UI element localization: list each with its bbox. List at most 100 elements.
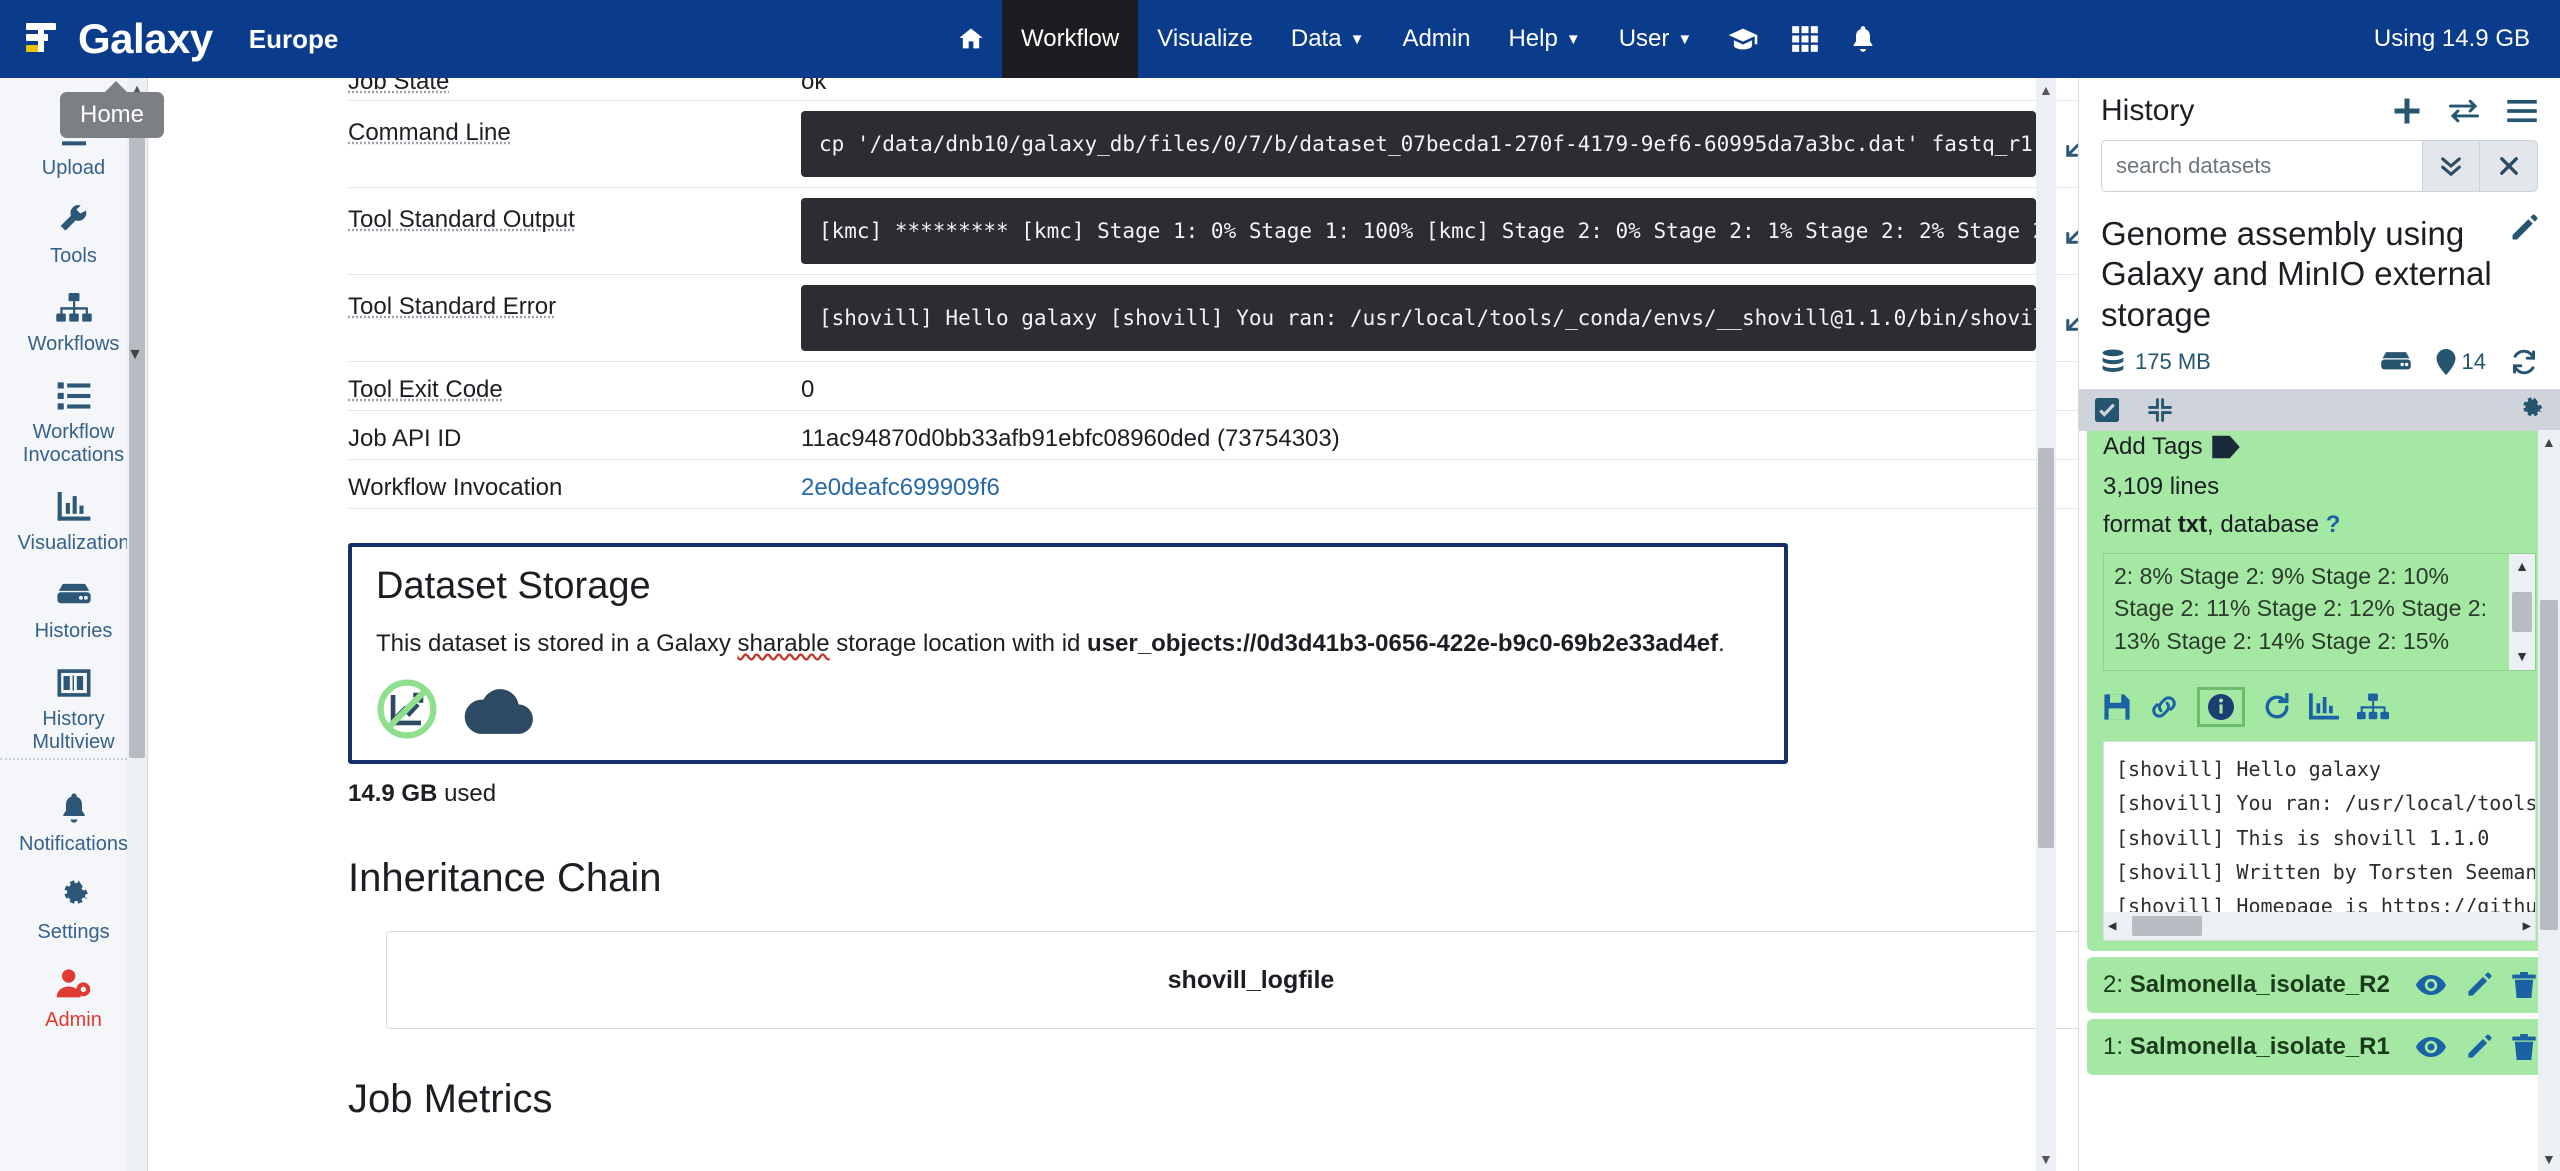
dataset-actions xyxy=(2103,686,2536,727)
tool-stderr-row: Tool Standard Error [shovill] Hello gala… xyxy=(348,275,2078,362)
database-value[interactable]: ? xyxy=(2326,511,2341,538)
graduation-cap-icon[interactable] xyxy=(1711,0,1775,78)
home-icon[interactable] xyxy=(940,0,1002,78)
sidebar-item-workflow-invocations[interactable]: Workflow Invocations xyxy=(0,366,147,477)
nav-item-admin[interactable]: Admin xyxy=(1383,0,1489,78)
history-name-row: Genome assembly using Galaxy and MinIO e… xyxy=(2079,192,2560,335)
tool-stdout-code[interactable]: [kmc] ********* [kmc] Stage 1: 0% Stage … xyxy=(801,198,2036,264)
trash-icon[interactable] xyxy=(2512,971,2536,998)
nav-item-workflow[interactable]: Workflow xyxy=(1002,0,1139,78)
close-icon[interactable] xyxy=(2480,140,2538,192)
scroll-left-icon[interactable]: ◀ xyxy=(2108,914,2116,938)
pencil-icon[interactable] xyxy=(2510,214,2538,242)
scroll-down-icon[interactable]: ▼ xyxy=(2515,647,2529,667)
refresh-icon[interactable] xyxy=(2510,349,2538,375)
rerun-icon[interactable] xyxy=(2263,692,2291,721)
history-scroll-thumb[interactable] xyxy=(2540,600,2558,930)
nav-item-user[interactable]: User ▼ xyxy=(1600,0,1712,78)
peek-line: Stage 2: 11% Stage 2: 12% Stage 2: xyxy=(2114,595,2487,622)
sidebar-item-settings[interactable]: Settings xyxy=(0,866,147,954)
peek-scrollbar[interactable]: ▲ ▼ xyxy=(2509,553,2535,670)
eye-icon[interactable] xyxy=(2416,1036,2446,1058)
chevron-double-down-icon[interactable] xyxy=(2422,140,2480,192)
bell-icon[interactable] xyxy=(1835,0,1891,78)
collapse-icon[interactable] xyxy=(2147,397,2173,423)
sidebar-item-tools[interactable]: Tools xyxy=(0,190,147,278)
grid-icon[interactable] xyxy=(1775,0,1835,78)
expand-icon[interactable] xyxy=(2058,210,2078,252)
dataset-terminal-preview[interactable]: [shovill] Hello galaxy [shovill] You ran… xyxy=(2103,740,2536,941)
brand-name: Galaxy xyxy=(78,15,213,62)
search-input[interactable]: search datasets xyxy=(2101,140,2422,192)
chevron-down-icon: ▼ xyxy=(1349,30,1365,48)
command-line-code[interactable]: cp '/data/dnb10/galaxy_db/files/0/7/b/da… xyxy=(801,111,2036,177)
info-icon[interactable] xyxy=(2197,686,2245,727)
terminal-horizontal-scrollbar[interactable]: ◀ ▶ xyxy=(2104,911,2535,940)
history-scrollbar[interactable]: ▲ ▼ xyxy=(2538,430,2560,1171)
terminal-scroll-thumb[interactable] xyxy=(2132,915,2202,936)
inheritance-chain-node[interactable]: shovill_logfile xyxy=(386,931,2078,1029)
scroll-up-icon[interactable]: ▲ xyxy=(2542,434,2556,450)
sidebar-item-admin[interactable]: Admin xyxy=(0,954,147,1042)
dataset-peek[interactable]: 2: 8% Stage 2: 9% Stage 2: 10% Stage 2: … xyxy=(2103,552,2536,671)
link-icon[interactable] xyxy=(2149,693,2179,721)
sidebar-item-workflows[interactable]: Workflows xyxy=(0,278,147,366)
add-tags-row[interactable]: Add Tags xyxy=(2103,433,2536,461)
workflow-invocation-link[interactable]: 2e0deafc699909f6 xyxy=(801,474,1000,501)
dataset-item-2-title: 2: Salmonella_isolate_R2 xyxy=(2103,970,2390,998)
dataset-item-1[interactable]: 1: Salmonella_isolate_R1 xyxy=(2087,1018,2552,1075)
save-icon[interactable] xyxy=(2103,693,2131,721)
sidebar-item-history-multiview[interactable]: History Multiview xyxy=(0,653,147,764)
scroll-up-icon[interactable]: ▲ xyxy=(2039,82,2053,98)
scroll-down-icon[interactable]: ▼ xyxy=(2039,1151,2053,1167)
eye-icon[interactable] xyxy=(2416,974,2446,996)
activitybar-scrollbar[interactable] xyxy=(127,78,147,1171)
peek-scroll-thumb[interactable] xyxy=(2512,591,2532,632)
dataset-item-2-name: Salmonella_isolate_R2 xyxy=(2129,970,2390,998)
visualize-icon[interactable] xyxy=(2309,693,2339,721)
nav-item-help[interactable]: Help ▼ xyxy=(1489,0,1599,78)
switch-icon[interactable] xyxy=(2448,97,2480,125)
history-meta: 175 MB 14 xyxy=(2079,335,2560,389)
storage-usage[interactable]: Using 14.9 GB xyxy=(2374,0,2530,78)
nav-label-admin: Admin xyxy=(1402,25,1471,52)
format-label: format xyxy=(2103,510,2172,538)
dataset-item-2[interactable]: 2: Salmonella_isolate_R2 xyxy=(2087,956,2552,1013)
format-value[interactable]: txt xyxy=(2178,511,2207,538)
history-item-count[interactable]: 14 xyxy=(2436,348,2486,375)
activitybar-scroll-thumb[interactable] xyxy=(129,98,145,758)
expand-icon[interactable] xyxy=(2058,297,2078,339)
no-chart-icon[interactable] xyxy=(376,678,438,740)
nav-item-data[interactable]: Data ▼ xyxy=(1272,0,1384,78)
sidebar-item-histories[interactable]: Histories xyxy=(0,565,147,653)
cloud-icon[interactable] xyxy=(460,681,538,737)
trash-icon[interactable] xyxy=(2512,1033,2536,1060)
scroll-up-icon[interactable]: ▲ xyxy=(2515,557,2529,577)
activitybar-scroll-down-icon[interactable]: ▼ xyxy=(127,346,143,364)
expand-icon[interactable] xyxy=(2058,123,2078,165)
hamburger-icon[interactable] xyxy=(2506,97,2538,125)
scroll-down-icon[interactable]: ▼ xyxy=(2542,1151,2556,1167)
tool-stderr-code[interactable]: [shovill] Hello galaxy [shovill] You ran… xyxy=(801,285,2036,351)
sidebar-item-visualization[interactable]: Visualization xyxy=(0,477,147,565)
sidebar-label-settings: Settings xyxy=(37,921,110,943)
history-item-count-value: 14 xyxy=(2461,348,2486,374)
terminal-line: [shovill] This is shovill 1.1.0 xyxy=(2116,825,2490,850)
checkbox-checked-icon[interactable] xyxy=(2095,397,2119,422)
nav-item-visualize[interactable]: Visualize xyxy=(1138,0,1272,78)
database-icon[interactable] xyxy=(2380,350,2412,374)
sidebar-label-upload: Upload xyxy=(41,157,106,179)
plus-icon[interactable] xyxy=(2392,96,2422,126)
gear-icon[interactable] xyxy=(2518,396,2544,423)
center-panel-scrollbar[interactable]: ▲ ▼ xyxy=(2036,78,2056,1171)
pencil-icon[interactable] xyxy=(2466,972,2492,998)
job-api-id-row: Job API ID 11ac94870d0bb33afb91ebfc08960… xyxy=(348,411,2078,460)
tag-icon xyxy=(2211,434,2241,460)
center-scroll-thumb[interactable] xyxy=(2038,448,2054,848)
scroll-right-icon[interactable]: ▶ xyxy=(2523,914,2531,938)
brand-logo[interactable]: Galaxy Europe xyxy=(0,0,338,78)
sidebar-label-workflow-invocations: Workflow Invocations xyxy=(22,421,125,466)
sidebar-item-notifications[interactable]: Notifications xyxy=(0,778,147,866)
pencil-icon[interactable] xyxy=(2466,1034,2492,1060)
related-icon[interactable] xyxy=(2357,693,2389,721)
